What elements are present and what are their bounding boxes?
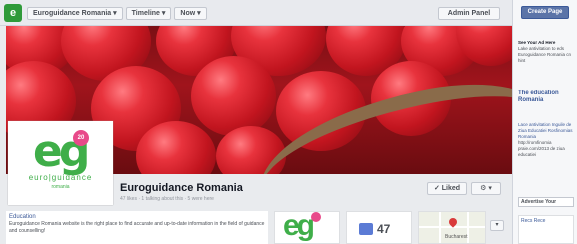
anniversary-dot <box>311 212 321 222</box>
about-description: Euroguidance Romania website is the righ… <box>9 221 265 234</box>
likes-count: 47 <box>377 222 391 236</box>
sidebar-block-2: Lace antivitation Inguile de Ziua Educat… <box>518 122 576 158</box>
sidebar-block-2-title[interactable]: Lace antivitation Inguile de Ziua Educat… <box>518 122 576 140</box>
more-tiles-button[interactable]: ▾ <box>490 220 504 231</box>
crumb-timeline[interactable]: Timeline ▾ <box>125 7 172 20</box>
breadcrumb: Euroguidance Romania ▾ Timeline ▾ Now ▾ <box>27 7 207 20</box>
page-title[interactable]: Euroguidance Romania <box>120 182 243 194</box>
profile-picture[interactable]: eg 20 euro|guidance romania <box>8 121 113 205</box>
logo-line-1: euro|guidance <box>28 173 93 182</box>
sidebar-ad-title[interactable]: The education Romania <box>518 90 576 104</box>
page-stats: 47 likes · 1 talking about this · 5 were… <box>120 196 214 202</box>
about-section: Education Euroguidance Romania website i… <box>6 211 268 244</box>
sidebar-block-1-text: Lake antivitation to eds Euroguidance Ro… <box>518 46 572 63</box>
map-label: Bucharest <box>445 234 468 240</box>
likes-tile[interactable]: 47 <box>346 211 412 244</box>
page-logo-icon[interactable]: e <box>4 4 22 22</box>
settings-gear-button[interactable]: ⚙ ▾ <box>471 182 501 195</box>
anniversary-badge: 20 <box>73 130 89 146</box>
logo-line-2: romania <box>51 184 70 190</box>
crumb-page[interactable]: Euroguidance Romania ▾ <box>27 7 123 20</box>
top-bar: e Euroguidance Romania ▾ Timeline ▾ Now … <box>0 0 512 26</box>
crumb-page-label: Euroguidance Romania <box>33 10 112 17</box>
map-tile[interactable]: Bucharest <box>418 211 486 244</box>
raspberry <box>191 56 276 136</box>
map-road <box>439 212 441 243</box>
crumb-now[interactable]: Now ▾ <box>174 7 207 20</box>
crumb-now-label: Now <box>180 10 196 17</box>
create-page-button[interactable]: Create Page <box>521 6 569 19</box>
crumb-timeline-label: Timeline <box>131 10 160 17</box>
admin-panel-button[interactable]: Admin Panel <box>438 7 500 20</box>
right-sidebar: Create Page See Your Ad Here Lake antivi… <box>512 0 577 244</box>
liked-button[interactable]: ✓ Liked <box>427 182 467 195</box>
sidebar-block-2-text: http://romfinomia praie.com/2013 de ziua… <box>518 140 565 157</box>
eg-logo-mark: eg <box>283 211 315 242</box>
photos-tile[interactable]: eg <box>274 211 340 244</box>
sidebar-recent-box[interactable]: Recs Rece <box>518 215 574 244</box>
advertise-button[interactable]: Advertise Your <box>518 197 574 207</box>
sidebar-block-1: See Your Ad Here Lake antivitation to ed… <box>518 40 576 64</box>
about-category[interactable]: Education <box>9 213 265 221</box>
sidebar-ad[interactable]: The education Romania <box>518 90 576 104</box>
thumbs-up-icon <box>359 223 373 235</box>
